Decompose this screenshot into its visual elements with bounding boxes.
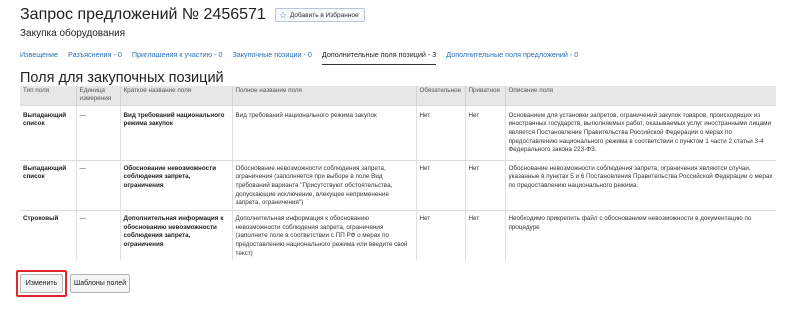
table-header-row: Тип поля Единица измерения Краткое назва… <box>20 86 776 105</box>
full-name-cell: Обоснование невозможности соблюдения зап… <box>231 160 416 211</box>
column-header: Описание поля <box>504 86 776 105</box>
field-templates-button[interactable]: Шаблоны полей <box>70 274 130 293</box>
short-name-cell: Дополнительная информация к обоснованию … <box>119 210 232 261</box>
tab-bar: Извещение Разъяснения - 0 Приглашения к … <box>20 50 588 65</box>
description-cell: Обоснование невозможности соблюдения зап… <box>504 160 776 211</box>
table-row: Выпадающий список — Вид требований нацио… <box>20 105 776 160</box>
edit-button[interactable]: Изменить <box>20 274 63 293</box>
description-cell: Основанием для установки запретов, огран… <box>504 105 776 160</box>
private-cell: Нет <box>464 105 505 160</box>
tab-clarifications[interactable]: Разъяснения - 0 <box>68 50 122 65</box>
page-header: Запрос предложений № 2456571 ☆ Добавить … <box>20 6 365 24</box>
procurement-subtitle: Закупка оборудования <box>20 28 126 39</box>
description-cell: Необходимо прикрепить файл с обоснование… <box>504 210 776 261</box>
fields-table: Тип поля Единица измерения Краткое назва… <box>20 86 776 261</box>
short-name-cell: Обоснование невозможности соблюдения зап… <box>119 160 232 211</box>
required-cell: Нет <box>415 210 465 261</box>
full-name-cell: Дополнительная информация к обоснованию … <box>231 210 416 261</box>
column-header: Тип поля <box>20 86 76 105</box>
unit-cell: — <box>75 160 120 211</box>
column-header: Обязательное <box>415 86 465 105</box>
required-cell: Нет <box>415 160 465 211</box>
private-cell: Нет <box>464 160 505 211</box>
field-type-cell: Строковый <box>23 214 59 222</box>
section-title: Поля для закупочных позиций <box>20 70 224 86</box>
short-name-cell: Вид требований национального режима заку… <box>119 105 232 160</box>
tab-offer-additional-fields[interactable]: Дополнительные поля предложений - 0 <box>446 50 578 65</box>
column-header: Единица измерения <box>75 86 120 105</box>
star-icon: ☆ <box>278 9 287 20</box>
tab-notice[interactable]: Извещение <box>20 50 58 65</box>
full-name-cell: Вид требований национального режима заку… <box>231 105 416 160</box>
page-title: Запрос предложений № 2456571 <box>20 6 266 23</box>
column-header: Приватное <box>464 86 505 105</box>
add-to-favorites-label: Добавить в Избранное <box>289 11 359 19</box>
private-cell: Нет <box>464 210 505 261</box>
tab-item-additional-fields[interactable]: Дополнительные поля позиций - 3 <box>321 50 437 65</box>
field-type-cell: Выпадающий список <box>23 164 67 181</box>
table-row: Строковый — Дополнительная информация к … <box>20 210 776 261</box>
add-to-favorites-button[interactable]: ☆ Добавить в Избранное <box>274 8 365 22</box>
column-header: Краткое название поля <box>119 86 232 105</box>
tab-procurement-items[interactable]: Закупочные позиции - 0 <box>232 50 311 65</box>
tab-invitations[interactable]: Приглашения к участию - 0 <box>132 50 223 65</box>
unit-cell: — <box>75 105 120 160</box>
field-type-cell: Выпадающий список <box>23 111 67 128</box>
column-header: Полное название поля <box>231 86 416 105</box>
required-cell: Нет <box>415 105 465 160</box>
table-row: Выпадающий список — Обоснование невозмож… <box>20 160 776 211</box>
unit-cell: — <box>75 210 120 261</box>
